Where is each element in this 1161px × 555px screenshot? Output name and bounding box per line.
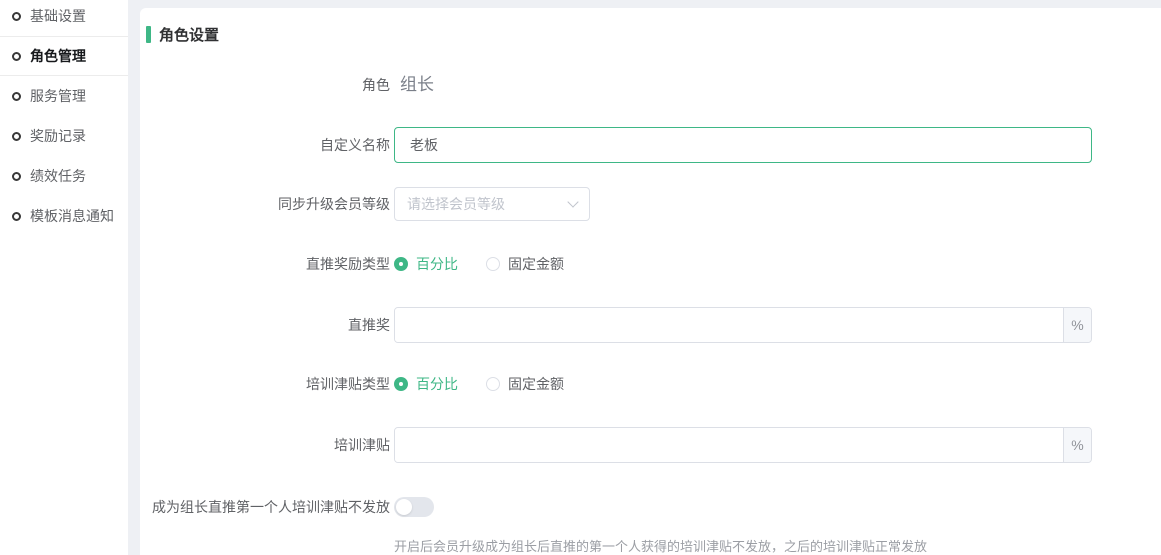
direct-reward-label: 直推奖 — [140, 307, 390, 343]
sidebar-item-label: 服务管理 — [30, 86, 86, 106]
training-allowance-row: 培训津贴 % — [140, 427, 1161, 463]
custom-name-row: 自定义名称 — [140, 127, 1161, 163]
section-accent-bar-icon — [146, 26, 151, 43]
toggle-help-text: 开启后会员升级成为组长后直推的第一个人获得的培训津贴不发放，之后的培训津贴正常发… — [394, 536, 927, 554]
sync-level-label: 同步升级会员等级 — [140, 187, 390, 221]
section-title: 角色设置 — [159, 24, 219, 45]
sidebar-item-label: 奖励记录 — [30, 126, 86, 146]
radio-selected-icon — [394, 377, 408, 391]
training-allowance-type-row: 培训津贴类型 百分比 固定金额 — [140, 366, 1161, 402]
select-placeholder: 请选择会员等级 — [407, 194, 505, 214]
training-allowance-input[interactable] — [395, 428, 1063, 462]
percent-suffix: % — [1063, 428, 1091, 462]
radio-label: 百分比 — [416, 254, 458, 274]
role-value: 组长 — [400, 67, 434, 103]
sidebar-item-label: 角色管理 — [30, 46, 86, 66]
sidebar-item-role-management[interactable]: 角色管理 — [0, 36, 128, 76]
direct-reward-type-label: 直推奖励类型 — [140, 246, 390, 282]
radio-circle-icon — [12, 212, 21, 221]
direct-reward-type-row: 直推奖励类型 百分比 固定金额 — [140, 246, 1161, 282]
radio-selected-icon — [394, 257, 408, 271]
training-allowance-type-radio-group: 百分比 固定金额 — [394, 366, 592, 402]
sync-level-row: 同步升级会员等级 请选择会员等级 — [140, 187, 1161, 221]
sidebar-item-label: 基础设置 — [30, 6, 86, 26]
first-person-toggle-switch[interactable] — [394, 497, 434, 517]
training-allowance-label: 培训津贴 — [140, 427, 390, 463]
help-text-row: 开启后会员升级成为组长后直推的第一个人获得的培训津贴不发放，之后的培训津贴正常发… — [140, 536, 1161, 554]
direct-reward-type-radio-group: 百分比 固定金额 — [394, 246, 592, 282]
first-person-toggle-row: 成为组长直推第一个人培训津贴不发放 — [140, 497, 1161, 517]
training-allowance-input-group: % — [394, 427, 1092, 463]
direct-reward-input-group: % — [394, 307, 1092, 343]
percent-suffix: % — [1063, 308, 1091, 342]
radio-fixed-amount[interactable]: 固定金额 — [486, 254, 564, 274]
chevron-down-icon — [567, 196, 578, 207]
sidebar-item-label: 绩效任务 — [30, 166, 86, 186]
role-settings-panel: 角色设置 角色 组长 自定义名称 同步升级会员等级 请选择会员等级 直推奖励类型… — [140, 8, 1161, 555]
role-label: 角色 — [140, 67, 390, 103]
sidebar-item-label: 模板消息通知 — [30, 206, 114, 226]
radio-label: 百分比 — [416, 374, 458, 394]
radio-unselected-icon — [486, 377, 500, 391]
radio-circle-icon — [12, 92, 21, 101]
role-row: 角色 组长 — [140, 67, 1161, 103]
radio-fixed-amount[interactable]: 固定金额 — [486, 374, 564, 394]
radio-circle-icon — [12, 172, 21, 181]
sidebar-menu: 基础设置 角色管理 服务管理 奖励记录 绩效任务 模板消息通知 — [0, 0, 128, 236]
sidebar-item-performance-tasks[interactable]: 绩效任务 — [0, 156, 128, 196]
member-level-select[interactable]: 请选择会员等级 — [394, 187, 590, 221]
radio-label: 固定金额 — [508, 254, 564, 274]
radio-label: 固定金额 — [508, 374, 564, 394]
sidebar-item-reward-records[interactable]: 奖励记录 — [0, 116, 128, 156]
radio-circle-icon — [12, 12, 21, 21]
first-person-toggle-label: 成为组长直推第一个人培训津贴不发放 — [140, 497, 390, 517]
custom-name-label: 自定义名称 — [140, 127, 390, 163]
radio-unselected-icon — [486, 257, 500, 271]
sidebar-item-template-message-notice[interactable]: 模板消息通知 — [0, 196, 128, 236]
radio-percentage[interactable]: 百分比 — [394, 374, 458, 394]
direct-reward-row: 直推奖 % — [140, 307, 1161, 343]
section-header: 角色设置 — [146, 24, 219, 45]
sidebar: 基础设置 角色管理 服务管理 奖励记录 绩效任务 模板消息通知 — [0, 0, 128, 555]
toggle-knob-icon — [396, 499, 412, 515]
custom-name-input[interactable] — [394, 127, 1092, 163]
radio-percentage[interactable]: 百分比 — [394, 254, 458, 274]
radio-circle-icon — [12, 132, 21, 141]
radio-circle-icon — [12, 52, 21, 61]
direct-reward-input[interactable] — [395, 308, 1063, 342]
training-allowance-type-label: 培训津贴类型 — [140, 366, 390, 402]
sidebar-item-service-management[interactable]: 服务管理 — [0, 76, 128, 116]
sidebar-item-basic-settings[interactable]: 基础设置 — [0, 0, 128, 36]
